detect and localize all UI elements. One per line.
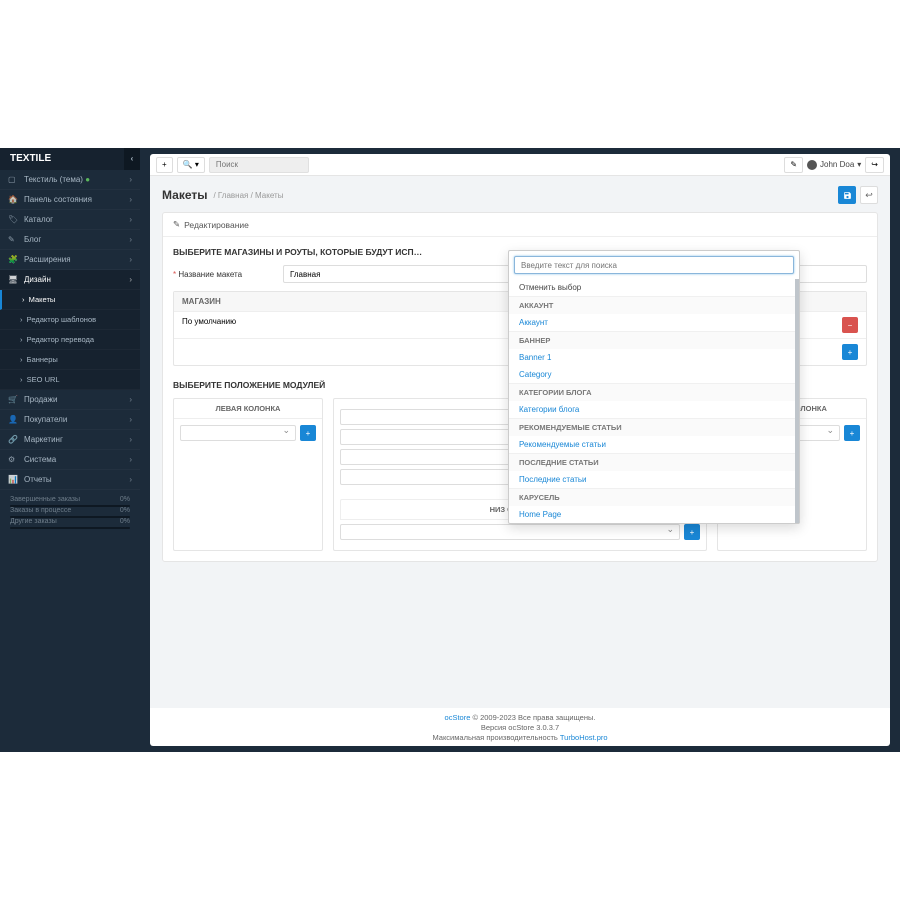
add-route-button[interactable]: + bbox=[842, 344, 858, 360]
status-row: Другие заказы0% bbox=[10, 518, 130, 525]
pencil-icon: ✎ bbox=[173, 219, 180, 230]
menu-icon: 🧩 bbox=[8, 255, 18, 264]
menu-icon: 🏠 bbox=[8, 195, 18, 204]
page-head: Макеты / Главная / Макеты ↩ bbox=[162, 186, 878, 204]
sidebar: TEXTILE ‹ ▢Текстиль (тема) ●›🏠Панель сос… bbox=[0, 148, 140, 752]
footer-turbohost-link[interactable]: TurboHost.pro bbox=[560, 733, 608, 742]
dropdown-group: КАРУСЕЛЬ bbox=[509, 488, 795, 506]
menu-icon: 👤 bbox=[8, 415, 18, 424]
submenu-item-0[interactable]: › Макеты bbox=[0, 290, 140, 310]
submenu-item-4[interactable]: › SEO URL bbox=[0, 370, 140, 390]
dropdown-option[interactable]: Banner 1 bbox=[509, 349, 795, 366]
search-dropdown-button[interactable]: 🔍 ▾ bbox=[177, 157, 205, 173]
th-shop: МАГАЗИН bbox=[174, 292, 505, 311]
menu-item-5[interactable]: 🖥Дизайн› bbox=[0, 270, 140, 290]
dropdown-list: Отменить выборАККАУНТАккаунтБАННЕРBanner… bbox=[509, 279, 799, 523]
menu-item-0[interactable]: ▢Текстиль (тема) ●› bbox=[0, 170, 140, 190]
submenu-item-3[interactable]: › Баннеры bbox=[0, 350, 140, 370]
dropdown-group: КАТЕГОРИИ БЛОГА bbox=[509, 383, 795, 401]
dropdown-group: ПОСЛЕДНИЕ СТАТЬИ bbox=[509, 453, 795, 471]
avatar bbox=[807, 160, 817, 170]
bottom-module-select[interactable] bbox=[340, 524, 680, 540]
sidebar-collapse-button[interactable]: ‹ bbox=[124, 148, 140, 170]
global-search-input[interactable] bbox=[209, 157, 309, 173]
menu-icon: 🏷 bbox=[8, 215, 18, 224]
chevron-right-icon: › bbox=[129, 175, 132, 184]
menu-icon: 🔗 bbox=[8, 435, 18, 444]
footer: ocStore © 2009-2023 Все права защищены. … bbox=[150, 708, 890, 746]
dropdown-group: АККАУНТ bbox=[509, 296, 795, 314]
page-title: Макеты bbox=[162, 188, 207, 202]
right-add-button[interactable]: + bbox=[844, 425, 860, 441]
dropdown-group: БАННЕР bbox=[509, 331, 795, 349]
submenu-item-1[interactable]: › Редактор шаблонов bbox=[0, 310, 140, 330]
menu-icon: ▢ bbox=[8, 175, 16, 184]
dropdown-option[interactable]: Рекомендуемые статьи bbox=[509, 436, 795, 453]
logout-button[interactable]: ↪ bbox=[865, 157, 884, 173]
save-button[interactable] bbox=[838, 186, 856, 204]
menu-icon: 📊 bbox=[8, 475, 18, 484]
name-label: * Название макета bbox=[173, 270, 283, 279]
chevron-right-icon: › bbox=[129, 475, 132, 484]
dropdown-option[interactable]: Category bbox=[509, 366, 795, 383]
menu-item-6[interactable]: 🛒Продажи› bbox=[0, 390, 140, 410]
back-button[interactable]: ↩ bbox=[860, 186, 878, 204]
menu-item-2[interactable]: 🏷Каталог› bbox=[0, 210, 140, 230]
footer-ocstore-link[interactable]: ocStore bbox=[445, 713, 471, 722]
chevron-right-icon: › bbox=[129, 415, 132, 424]
theme-button[interactable]: ✎ bbox=[784, 157, 803, 173]
brand: TEXTILE ‹ bbox=[0, 148, 140, 170]
menu-item-9[interactable]: ⚙Система› bbox=[0, 450, 140, 470]
menu-item-7[interactable]: 👤Покупатели› bbox=[0, 410, 140, 430]
chevron-right-icon: › bbox=[129, 235, 132, 244]
user-menu[interactable]: John Doa ▾ bbox=[807, 160, 861, 170]
dropdown-option[interactable]: Категории блога bbox=[509, 401, 795, 418]
menu-item-10[interactable]: 📊Отчеты› bbox=[0, 470, 140, 490]
status-row: Заказы в процессе0% bbox=[10, 507, 130, 514]
bottom-add-button[interactable]: + bbox=[684, 524, 700, 540]
chevron-right-icon: › bbox=[129, 215, 132, 224]
brand-text: TEXTILE bbox=[10, 153, 51, 164]
add-button[interactable]: + bbox=[156, 157, 173, 173]
td-shop: По умолчанию bbox=[174, 311, 505, 338]
main-menu: ▢Текстиль (тема) ●›🏠Панель состояния›🏷Ка… bbox=[0, 170, 140, 490]
content: Макеты / Главная / Макеты ↩ ✎ Редактиров… bbox=[150, 176, 890, 708]
footer-version: Версия ocStore 3.0.3.7 bbox=[481, 723, 559, 732]
chevron-right-icon: › bbox=[129, 275, 132, 284]
menu-item-4[interactable]: 🧩Расширения› bbox=[0, 250, 140, 270]
menu-icon: ⚙ bbox=[8, 455, 15, 464]
chevron-right-icon: › bbox=[129, 255, 132, 264]
chevron-right-icon: › bbox=[129, 455, 132, 464]
col-left-head: ЛЕВАЯ КОЛОНКА bbox=[174, 399, 322, 419]
chevron-right-icon: › bbox=[129, 195, 132, 204]
module-dropdown: Отменить выборАККАУНТАккаунтБАННЕРBanner… bbox=[508, 250, 800, 524]
dropdown-option[interactable]: Home Page bbox=[509, 506, 795, 523]
remove-route-button[interactable]: − bbox=[842, 317, 858, 333]
dropdown-option[interactable]: Аккаунт bbox=[509, 314, 795, 331]
panel-header: ✎ Редактирование bbox=[163, 213, 877, 237]
panel-title: Редактирование bbox=[184, 220, 249, 230]
column-left: ЛЕВАЯ КОЛОНКА + bbox=[173, 398, 323, 551]
status-row: Завершенные заказы0% bbox=[10, 496, 130, 503]
status-block: Завершенные заказы0% Заказы в процессе0% Д… bbox=[0, 490, 140, 535]
chevron-right-icon: › bbox=[129, 435, 132, 444]
menu-item-3[interactable]: ✎Блог› bbox=[0, 230, 140, 250]
submenu-item-2[interactable]: › Редактор перевода bbox=[0, 330, 140, 350]
top-header: + 🔍 ▾ ✎ John Doa ▾ ↪ bbox=[150, 154, 890, 176]
menu-icon: ✎ bbox=[8, 235, 15, 244]
breadcrumb: / Главная / Макеты bbox=[213, 191, 283, 200]
user-name: John Doa bbox=[820, 160, 854, 169]
dropdown-group: РЕКОМЕНДУЕМЫЕ СТАТЬИ bbox=[509, 418, 795, 436]
dropdown-search-input[interactable] bbox=[514, 256, 794, 274]
menu-icon: 🛒 bbox=[8, 395, 18, 404]
menu-item-1[interactable]: 🏠Панель состояния› bbox=[0, 190, 140, 210]
menu-icon: 🖥 bbox=[8, 275, 18, 284]
dropdown-option[interactable]: Последние статьи bbox=[509, 471, 795, 488]
left-add-button[interactable]: + bbox=[300, 425, 316, 441]
chevron-right-icon: › bbox=[129, 395, 132, 404]
left-module-select[interactable] bbox=[180, 425, 296, 441]
dropdown-clear[interactable]: Отменить выбор bbox=[509, 279, 795, 296]
menu-item-8[interactable]: 🔗Маркетинг› bbox=[0, 430, 140, 450]
